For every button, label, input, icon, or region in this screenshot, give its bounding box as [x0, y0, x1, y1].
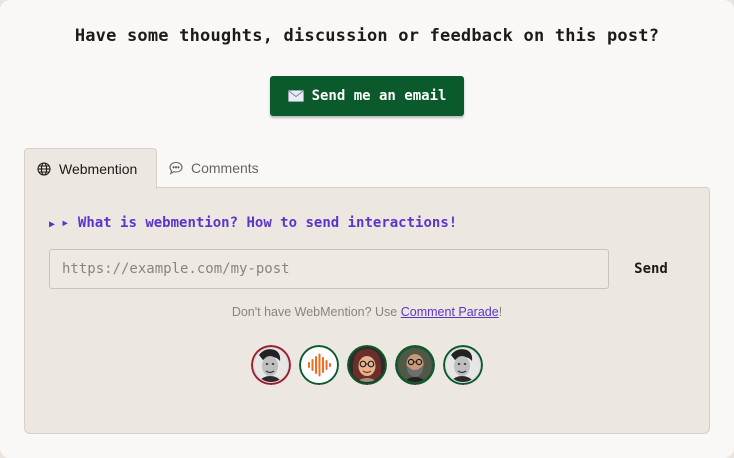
send-webmention-button[interactable]: Send: [625, 249, 677, 289]
webmention-info-label: ▸ What is webmention? How to send intera…: [61, 215, 458, 231]
globe-icon: [37, 162, 51, 176]
feedback-card: Have some thoughts, discussion or feedba…: [0, 0, 734, 458]
speech-bubble-icon: [169, 161, 183, 175]
footnote-suffix: !: [498, 305, 503, 319]
webmention-url-input[interactable]: [49, 249, 609, 289]
webmention-footnote: Don't have WebMention? Use Comment Parad…: [25, 305, 709, 319]
tab-webmention[interactable]: Webmention: [24, 148, 157, 189]
feedback-heading: Have some thoughts, discussion or feedba…: [74, 26, 660, 46]
avatar[interactable]: [443, 345, 483, 385]
avatar[interactable]: [395, 345, 435, 385]
disclosure-triangle-icon: ▶: [49, 219, 56, 230]
interaction-avatars: [251, 345, 483, 385]
avatar[interactable]: [251, 345, 291, 385]
avatar[interactable]: [347, 345, 387, 385]
tab-comments-label: Comments: [191, 160, 259, 176]
envelope-icon: [287, 90, 304, 102]
tab-webmention-label: Webmention: [59, 161, 138, 177]
send-email-button[interactable]: Send me an email: [270, 76, 464, 116]
webmention-info-toggle[interactable]: ▶ ▸ What is webmention? How to send inter…: [49, 215, 457, 231]
webmention-panel: ▶ ▸ What is webmention? How to send inter…: [24, 187, 710, 434]
send-email-label: Send me an email: [311, 88, 447, 104]
avatar[interactable]: [299, 345, 339, 385]
comment-parade-link[interactable]: Comment Parade: [401, 305, 499, 319]
tab-comments[interactable]: Comments: [157, 148, 287, 188]
footnote-prefix: Don't have WebMention? Use: [231, 305, 401, 319]
